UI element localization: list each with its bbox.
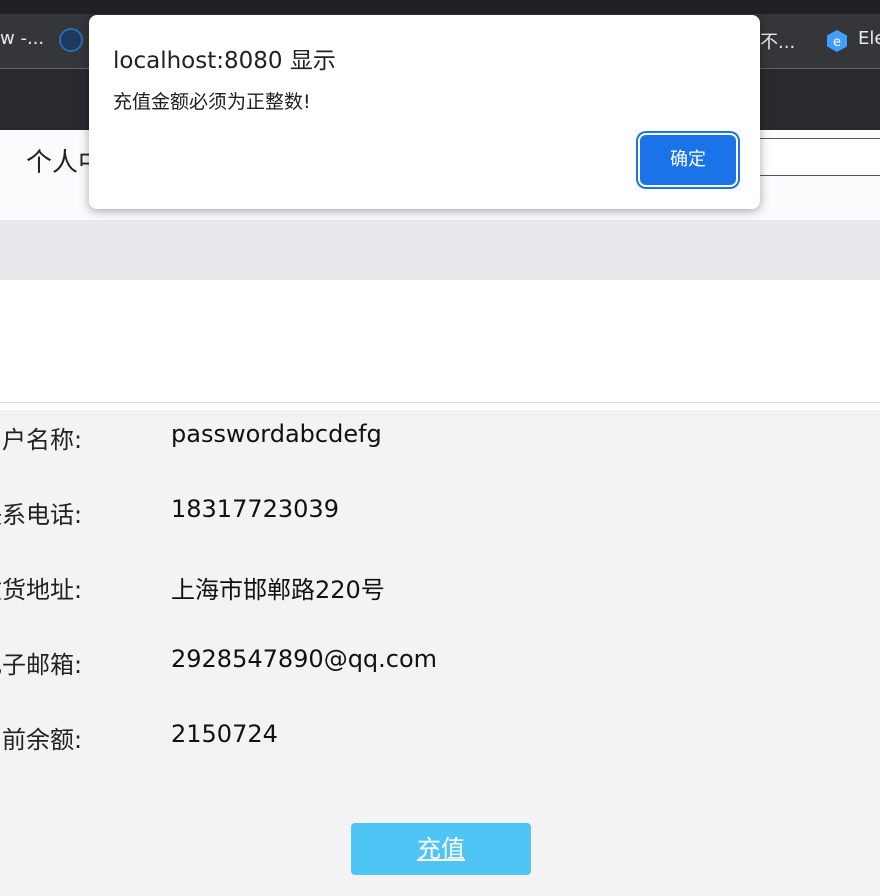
email-label: 电子邮箱: — [0, 651, 83, 679]
element-logo-icon: e — [826, 29, 848, 57]
email-value: 2928547890@qq.com — [171, 645, 438, 673]
phone-value: 18317723039 — [171, 495, 339, 523]
address-label: 收货地址: — [0, 576, 83, 604]
content-spacer — [0, 280, 880, 402]
phone-label: 联系电话: — [0, 501, 83, 529]
svg-text:e: e — [833, 35, 841, 50]
address-value: 上海市邯郸路220号 — [171, 576, 385, 604]
username-label: 用户名称: — [0, 426, 83, 454]
bookmark-item[interactable]: 不... — [760, 28, 795, 54]
ok-button[interactable]: 确定 — [640, 135, 736, 185]
bookmark-item[interactable]: Ele — [858, 28, 880, 49]
balance-label: 当前余额: — [0, 726, 83, 754]
nav-band — [0, 220, 880, 280]
browser-tab-strip — [0, 0, 880, 14]
divider — [0, 402, 880, 403]
globe-icon — [59, 28, 83, 52]
balance-value: 2150724 — [171, 720, 278, 748]
recharge-button[interactable]: 充值 — [351, 823, 531, 875]
bookmark-item[interactable]: w -... — [0, 28, 44, 49]
dialog-message: 充值金额必须为正整数! — [113, 91, 311, 113]
alert-dialog: localhost:8080 显示 充值金额必须为正整数! 确定 — [89, 15, 760, 209]
username-value: passwordabcdefg — [171, 420, 382, 448]
dialog-title: localhost:8080 显示 — [113, 48, 336, 74]
header-input[interactable] — [740, 138, 880, 176]
